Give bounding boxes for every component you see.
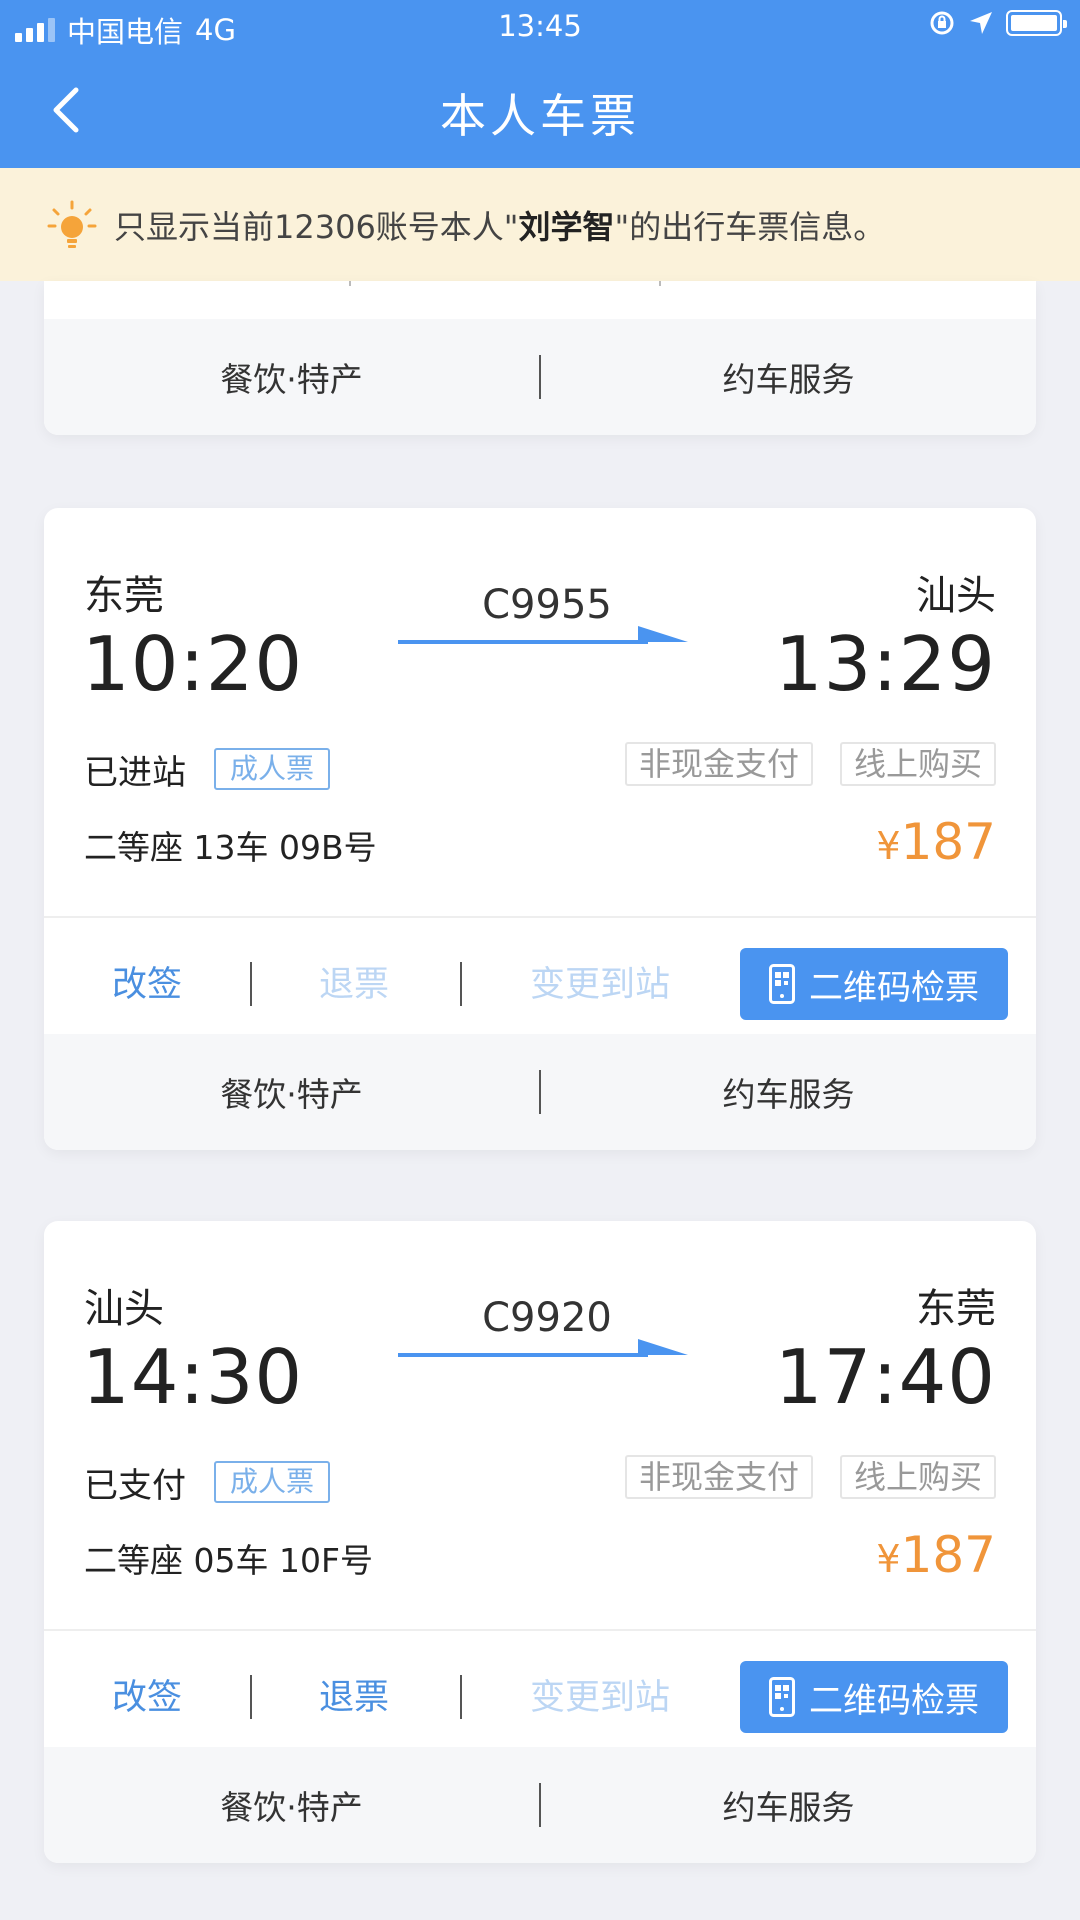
purchase-channel-badge: 线上购买 [839,1455,996,1499]
status-right [928,9,1067,37]
account-holder-name: 刘学智 [518,207,615,246]
status-bar: 中国电信 4G 13:45 [0,0,1080,50]
car-service-link[interactable]: 约车服务 [541,1068,1036,1116]
battery-icon [1006,10,1067,36]
change-destination-button[interactable]: 变更到站 [530,1669,670,1720]
qr-check-button[interactable]: 二维码检票 [740,1661,1008,1733]
car-service-link[interactable]: 约车服务 [541,353,1036,401]
status-time: 13:45 [498,9,582,43]
refund-button[interactable]: 退票 [319,956,389,1007]
notice-suffix: "的出行车票信息。 [614,207,886,246]
divider [44,916,1036,918]
qr-check-button[interactable]: 二维码检票 [740,948,1008,1020]
service-bar: 餐饮·特产 约车服务 [44,1747,1036,1863]
arrival-station: 汕头 [916,573,996,619]
arrival-time: 17:40 [774,1333,996,1421]
ticket-type-badge: 成人票 [214,748,331,790]
ticket-card[interactable]: 东莞 C9955 汕头 10:20 13:29 已进站 成人票 非现金支付 线上… [44,508,1036,1150]
price-value: 187 [900,1526,996,1584]
payment-method-badge: 非现金支付 [624,1455,813,1499]
phone-qr-icon [769,1677,795,1717]
departure-time: 10:20 [82,620,304,708]
nav-bar: 本人车票 [0,62,1080,158]
service-bar: 餐饮·特产 约车服务 [44,1034,1036,1150]
ticket-status: 已支付 [84,1466,186,1506]
page-title: 本人车票 [440,89,640,143]
divider [250,962,252,1006]
location-icon [970,12,992,34]
card-stub [44,281,1036,321]
currency-symbol: ¥ [876,824,901,868]
ticket-price: ¥187 [876,1526,996,1584]
ticket-status: 已进站 [84,753,186,793]
change-destination-button[interactable]: 变更到站 [530,956,670,1007]
ticket-card[interactable]: 汕头 C9920 东莞 14:30 17:40 已支付 成人票 非现金支付 线上… [44,1221,1036,1863]
divider [250,1675,252,1719]
divider [460,1675,462,1719]
divider [460,962,462,1006]
app-header: 中国电信 4G 13:45 本人车票 [0,0,1080,168]
change-ticket-button[interactable]: 改签 [112,956,182,1007]
service-bar: 餐饮·特产 约车服务 [44,319,1036,435]
seat-info: 二等座 05车 10F号 [84,1541,373,1580]
arrival-time: 13:29 [774,620,996,708]
ticket-card-partial: 餐饮·特产 约车服务 [44,281,1036,435]
price-value: 187 [900,813,996,871]
food-service-link[interactable]: 餐饮·特产 [44,1068,539,1116]
arrival-station: 东莞 [916,1286,996,1332]
seat-info: 二等座 13车 09B号 [84,828,377,867]
sun-icon [47,200,97,248]
ticket-type-badge: 成人票 [214,1461,331,1503]
change-ticket-button[interactable]: 改签 [112,1669,182,1720]
rotation-lock-icon [930,11,954,35]
ticket-actions: 改签 退票 变更到站 二维码检票 [44,1633,1036,1747]
car-service-link[interactable]: 约车服务 [541,1781,1036,1829]
food-service-link[interactable]: 餐饮·特产 [44,1781,539,1829]
qr-check-label: 二维码检票 [809,967,979,1008]
qr-check-label: 二维码检票 [809,1680,979,1721]
payment-method-badge: 非现金支付 [624,742,813,786]
notice-banner: 只显示当前12306账号本人"刘学智"的出行车票信息。 [0,168,1080,281]
phone-qr-icon [769,964,795,1004]
food-service-link[interactable]: 餐饮·特产 [44,353,539,401]
refund-button[interactable]: 退票 [319,1669,389,1720]
notice-text: 只显示当前12306账号本人"刘学智"的出行车票信息。 [114,202,885,248]
ticket-actions: 改签 退票 变更到站 二维码检票 [44,920,1036,1034]
purchase-channel-badge: 线上购买 [839,742,996,786]
notice-prefix: 只显示当前12306账号本人" [114,207,519,246]
ticket-price: ¥187 [876,813,996,871]
divider [44,1629,1036,1631]
direction-arrow-icon [398,626,688,644]
direction-arrow-icon [398,1339,688,1357]
currency-symbol: ¥ [876,1537,901,1581]
departure-time: 14:30 [82,1333,304,1421]
